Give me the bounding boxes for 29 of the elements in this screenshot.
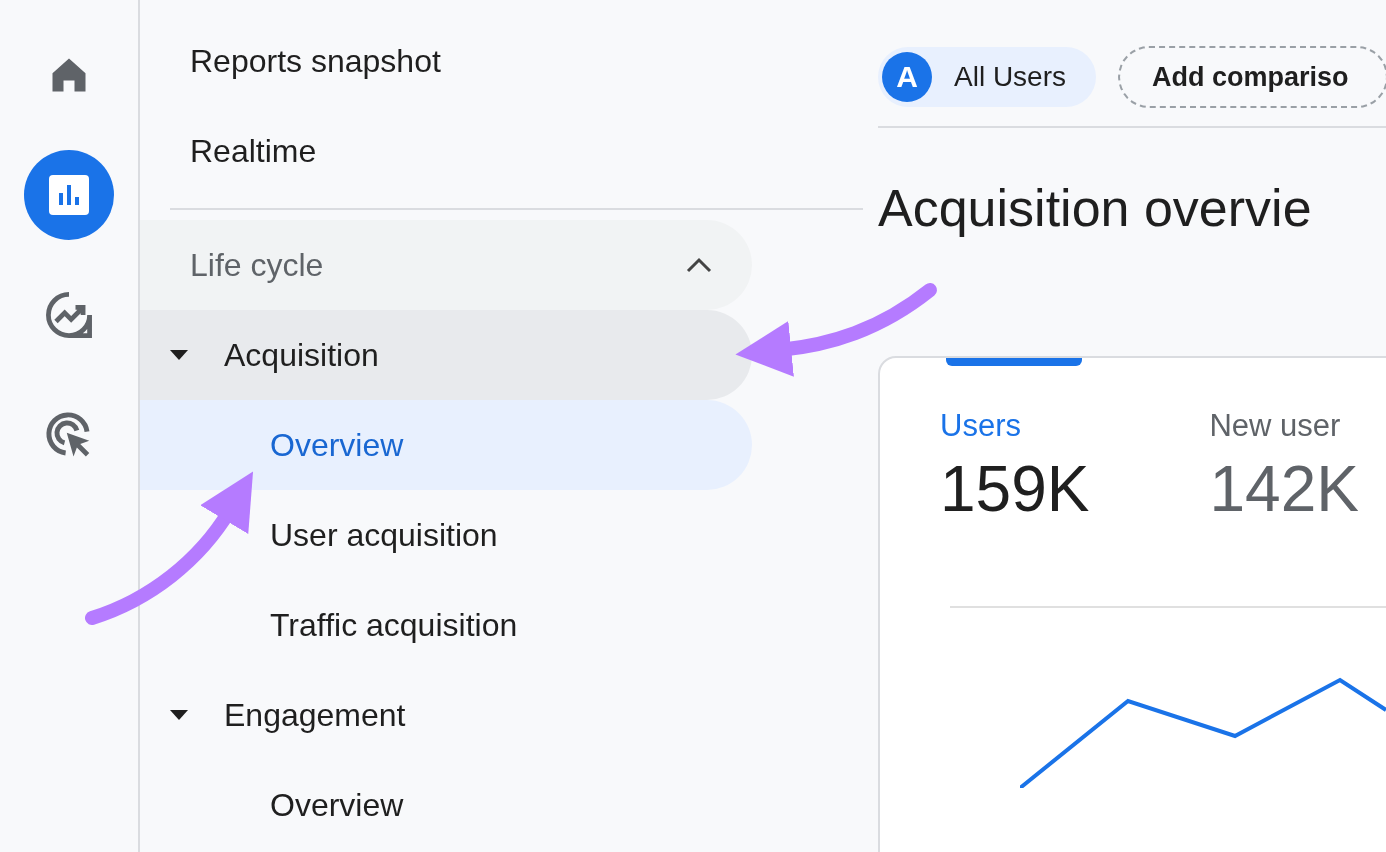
segment-label: All Users xyxy=(954,61,1066,93)
trend-chart-icon xyxy=(43,289,95,341)
segment-chip[interactable]: A All Users xyxy=(878,47,1096,107)
subitem-label: Traffic acquisition xyxy=(269,606,518,644)
subitem-label: Overview xyxy=(269,426,404,464)
section-label: Life cycle xyxy=(190,246,324,284)
page-title: Acquisition overvie xyxy=(878,178,1313,238)
add-comparison-button[interactable]: Add compariso xyxy=(1118,46,1386,108)
section-header[interactable]: Life cycle xyxy=(140,220,752,310)
topic-label: Acquisition xyxy=(224,336,379,374)
nav-subitem[interactable]: User acquisition xyxy=(140,490,752,580)
topic-label: Engagement xyxy=(224,696,406,734)
metric-value: 142K xyxy=(1209,452,1359,526)
nav-subitem[interactable]: Overview xyxy=(140,400,752,490)
nav-subitem[interactable]: Traffic acquisition xyxy=(140,580,752,670)
nav-item[interactable]: Realtime xyxy=(140,106,317,196)
subitem-label: Overview xyxy=(269,786,404,824)
nav-subitem[interactable]: Overview xyxy=(140,760,752,850)
chevron-icon xyxy=(686,257,712,273)
nav-item[interactable]: Reports snapshot xyxy=(140,16,441,106)
nav-topic[interactable]: Engagement xyxy=(140,670,752,760)
nav-topic[interactable]: Acquisition xyxy=(140,310,752,400)
metric-label[interactable]: Users xyxy=(940,408,1090,444)
caret-icon xyxy=(170,349,188,361)
metric-label[interactable]: New user xyxy=(1209,408,1359,444)
segment-badge: A xyxy=(882,52,932,102)
caret-icon xyxy=(170,709,188,721)
subitem-label: User acquisition xyxy=(269,516,498,554)
metric-value: 159K xyxy=(940,452,1090,526)
